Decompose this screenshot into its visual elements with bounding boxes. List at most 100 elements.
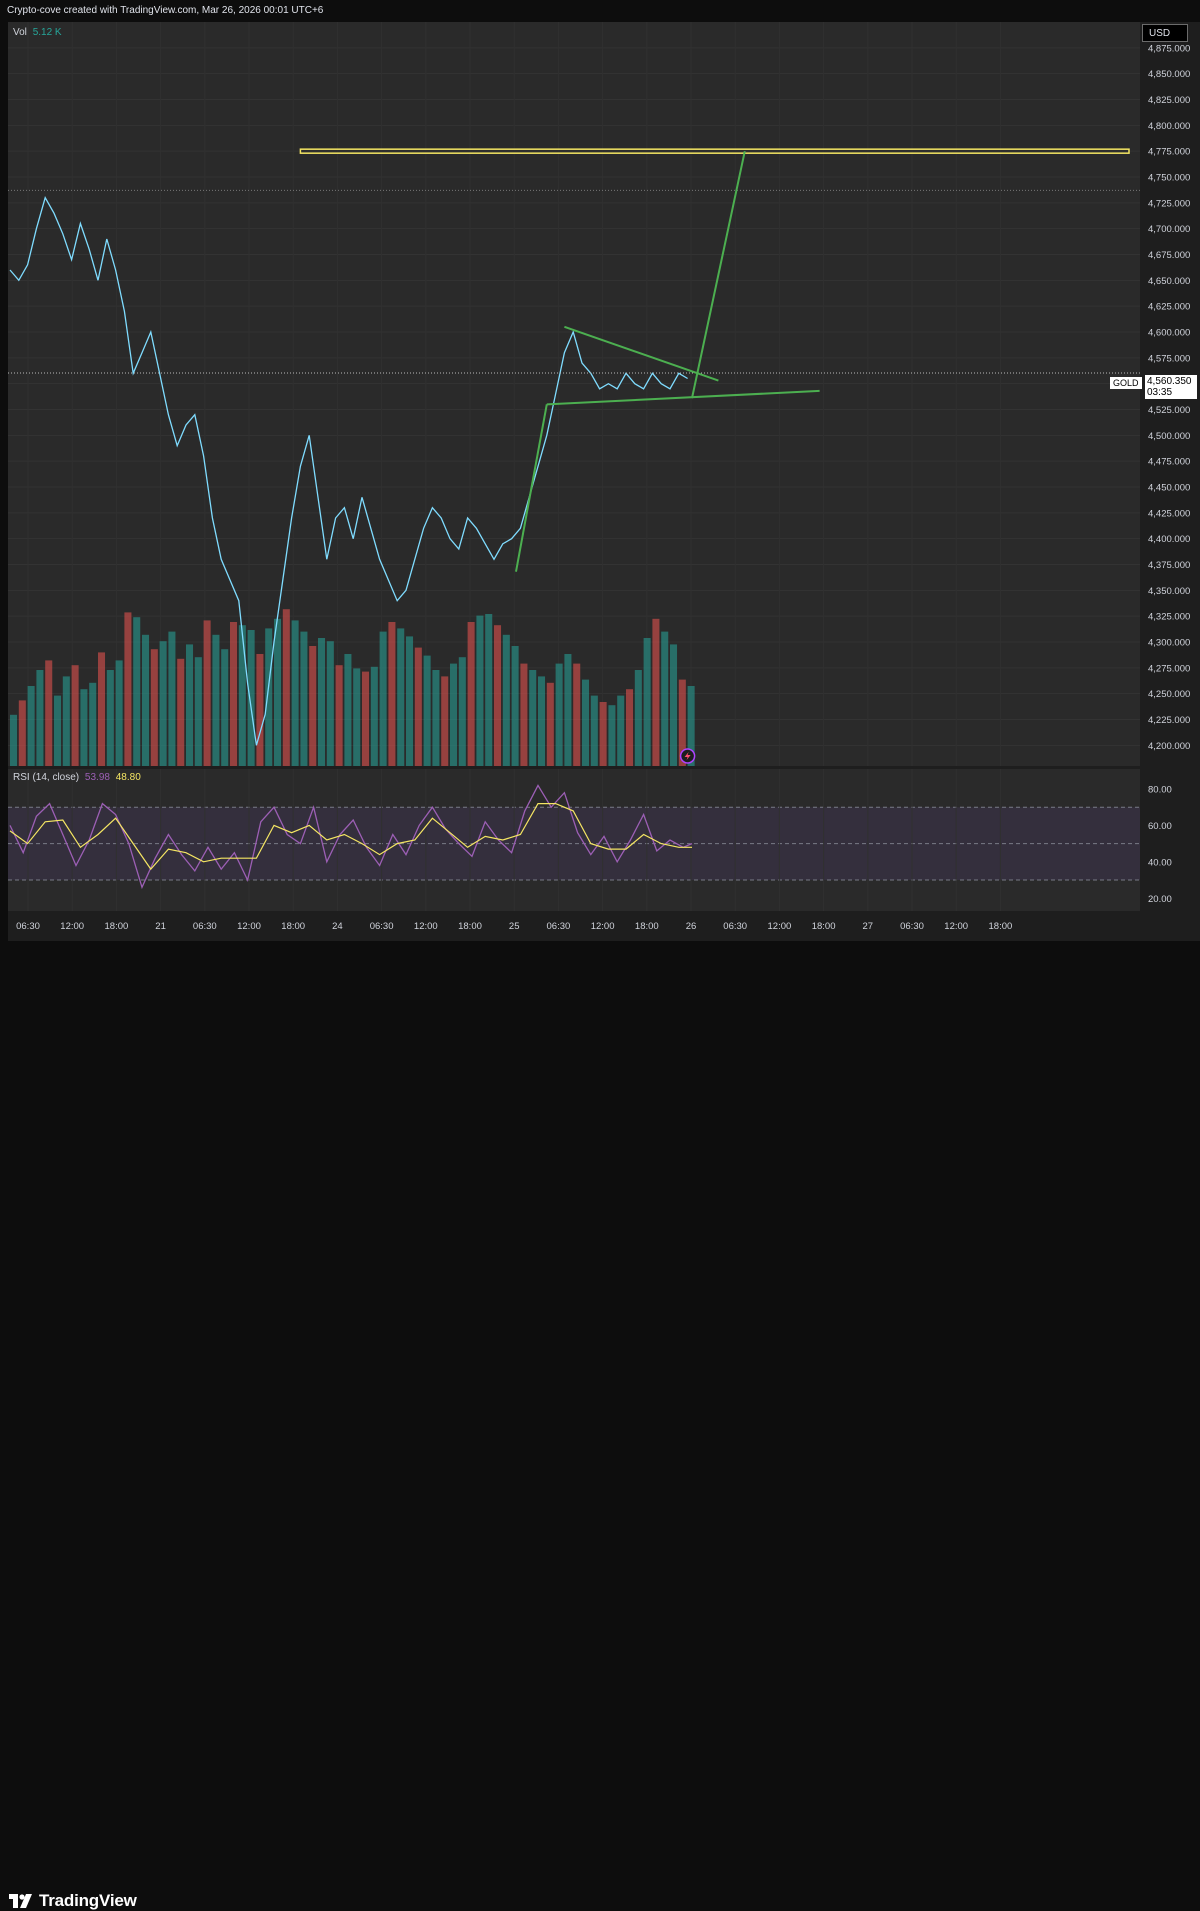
volume-bar — [98, 652, 106, 766]
price-tick-label: 4,875.000 — [1148, 43, 1190, 54]
time-tick-label: 06:30 — [723, 921, 747, 932]
price-tick-label: 4,300.000 — [1148, 638, 1190, 649]
symbol-tag: GOLD — [1110, 377, 1142, 389]
price-tick-label: 4,850.000 — [1148, 69, 1190, 80]
rsi-chart[interactable] — [8, 769, 1140, 911]
time-tick-label: 06:30 — [547, 921, 571, 932]
volume-bar — [230, 622, 238, 766]
time-tick-label: 27 — [863, 921, 874, 932]
volume-legend-value: 5.12 K — [32, 27, 62, 38]
time-tick-label: 12:00 — [768, 921, 792, 932]
volume-bar — [318, 638, 326, 766]
time-tick-label: 06:30 — [193, 921, 217, 932]
volume-bar — [634, 670, 642, 766]
volume-bar — [256, 654, 264, 766]
price-tick-label: 4,575.000 — [1148, 353, 1190, 364]
volume-bar — [142, 634, 150, 766]
rsi-tick-label: 80.00 — [1148, 785, 1172, 796]
time-tick-label: 18:00 — [281, 921, 305, 932]
time-axis[interactable]: 06:30 12:00 18:00 21 06:30 12:00 18:00 24 06:30 1… — [8, 911, 1200, 941]
time-tick-label: 12:00 — [414, 921, 438, 932]
price-tick-label: 4,325.000 — [1148, 612, 1190, 623]
volume-bar — [476, 615, 484, 766]
currency-button[interactable]: USD — [1142, 24, 1188, 42]
time-tick-label: 18:00 — [635, 921, 659, 932]
volume-bar — [300, 631, 308, 766]
volume-bar — [247, 630, 255, 766]
time-tick-label: 12:00 — [591, 921, 615, 932]
rsi-tick-label: 40.00 — [1148, 857, 1172, 868]
volume-bar — [590, 695, 598, 766]
price-tick-label: 4,825.000 — [1148, 95, 1190, 106]
volume-bar — [265, 628, 273, 766]
volume-bar — [80, 689, 88, 766]
breakout-projection-line — [691, 150, 746, 399]
volume-bar — [291, 620, 299, 766]
time-tick-label: 18:00 — [458, 921, 482, 932]
footer: TradingView — [0, 941, 1200, 1910]
time-tick-label: 12:00 — [60, 921, 84, 932]
volume-bar — [670, 644, 678, 766]
price-tick-label: 4,700.000 — [1148, 224, 1190, 235]
rsi-tick-label: 20.00 — [1148, 894, 1172, 905]
volume-bar — [186, 644, 194, 766]
time-tick-label: 06:30 — [370, 921, 394, 932]
volume-bar — [54, 695, 62, 766]
volume-bar — [485, 614, 493, 766]
price-tick-label: 4,725.000 — [1148, 198, 1190, 209]
top-bar: Crypto-cove created with TradingView.com… — [0, 0, 1200, 22]
volume-bar — [555, 663, 563, 766]
volume-bar — [546, 682, 554, 766]
rsi-legend-label: RSI (14, close) — [13, 772, 80, 783]
volume-bar — [362, 671, 370, 766]
volume-bar — [423, 655, 431, 766]
rsi-axis[interactable]: 80.00 60.00 40.00 20.00 — [1140, 769, 1200, 911]
price-tick-label: 4,250.000 — [1148, 689, 1190, 700]
price-tick-label: 4,450.000 — [1148, 483, 1190, 494]
volume-bar — [212, 634, 220, 766]
volume-bar — [564, 654, 572, 766]
volume-bar — [538, 676, 546, 766]
price-tick-label: 4,625.000 — [1148, 302, 1190, 313]
volume-legend[interactable]: Vol 5.12 K — [13, 27, 62, 38]
volume-bar — [441, 676, 449, 766]
volume-bar — [159, 641, 167, 766]
price-tick-label: 4,525.000 — [1148, 405, 1190, 416]
volume-bar — [36, 670, 44, 766]
bar-countdown: 03:35 — [1147, 387, 1173, 398]
volume-bar — [626, 689, 634, 766]
volume-bar — [177, 658, 185, 766]
rsi-legend[interactable]: RSI (14, close) 53.98 48.80 — [13, 772, 141, 783]
rsi-axis-labels: 80.00 60.00 40.00 20.00 — [1148, 785, 1172, 905]
volume-bar — [494, 625, 502, 766]
volume-bar — [450, 663, 458, 766]
volume-bar — [221, 649, 229, 766]
tradingview-logo-icon — [9, 1894, 32, 1908]
volume-bar — [150, 649, 158, 766]
time-tick-label: 12:00 — [944, 921, 968, 932]
volume-bar — [274, 618, 282, 766]
volume-bar — [379, 631, 387, 766]
price-tick-label: 4,475.000 — [1148, 457, 1190, 468]
price-chart[interactable] — [8, 22, 1140, 766]
price-tick-label: 4,275.000 — [1148, 663, 1190, 674]
impulse-leg-line — [515, 404, 548, 572]
triangle-lower-line — [546, 389, 820, 406]
price-tick-label: 4,425.000 — [1148, 508, 1190, 519]
rsi-ma-legend-value: 48.80 — [115, 772, 141, 783]
price-tick-label: 4,375.000 — [1148, 560, 1190, 571]
time-axis-labels: 06:30 12:00 18:00 21 06:30 12:00 18:00 24 06:30 1… — [16, 921, 1012, 932]
price-pane[interactable] — [8, 22, 1140, 766]
volume-bar — [529, 670, 537, 766]
price-tick-label: 4,225.000 — [1148, 715, 1190, 726]
price-tick-label: 4,800.000 — [1148, 121, 1190, 132]
price-tick-label: 4,500.000 — [1148, 431, 1190, 442]
tradingview-logo[interactable]: TradingView — [9, 1891, 137, 1911]
volume-bar — [194, 657, 202, 766]
rsi-tick-label: 60.00 — [1148, 821, 1172, 832]
rsi-pane[interactable] — [8, 769, 1140, 911]
price-tick-label: 4,675.000 — [1148, 250, 1190, 261]
time-tick-label: 06:30 — [16, 921, 40, 932]
volume-bar — [27, 686, 35, 766]
volume-bar — [643, 638, 651, 766]
